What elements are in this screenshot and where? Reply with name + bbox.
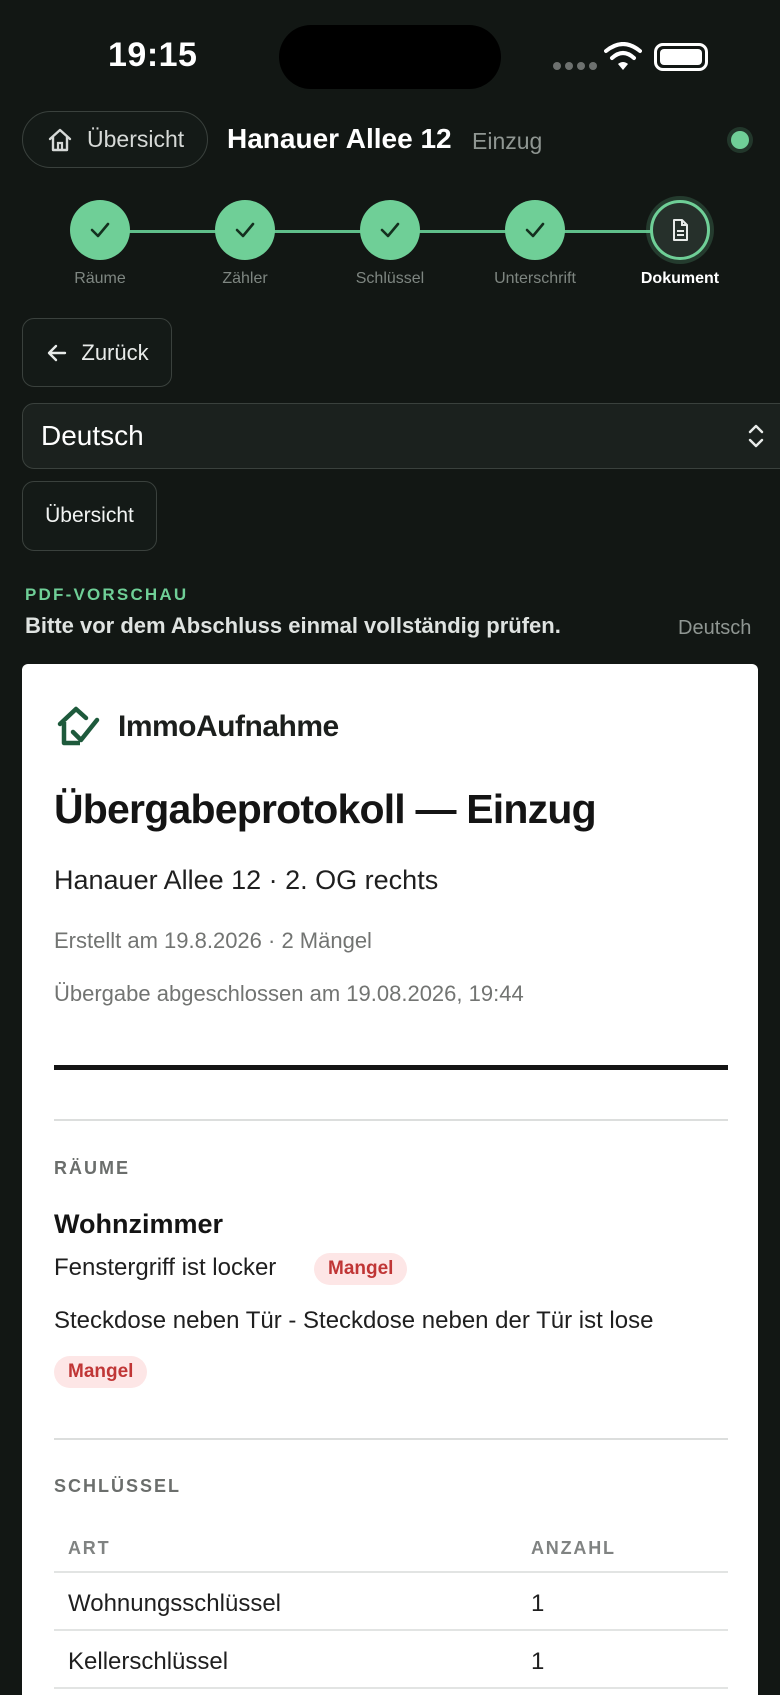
progress-stepper: Räume Zähler Schlüssel Unterschrift Doku… bbox=[0, 198, 780, 298]
back-button[interactable]: Zurück bbox=[22, 318, 172, 387]
keys-column-header: ANZAHL bbox=[531, 1538, 616, 1558]
checkmark-icon bbox=[90, 222, 110, 238]
step-label: Räume bbox=[74, 270, 126, 287]
home-icon bbox=[48, 128, 72, 151]
wifi-icon bbox=[604, 42, 642, 70]
chevron-up-down-icon[interactable] bbox=[745, 419, 767, 453]
document-address: Hanauer Allee 12 · 2. OG rechts bbox=[54, 865, 439, 895]
pdf-preview-hint: Bitte vor dem Abschluss einmal vollständ… bbox=[25, 613, 561, 638]
step-label: Schlüssel bbox=[355, 270, 425, 287]
table-cell: Wohnungsschlüssel bbox=[68, 1590, 282, 1617]
language-select[interactable]: Deutsch bbox=[22, 403, 780, 469]
overview-button[interactable]: Übersicht bbox=[22, 481, 157, 551]
table-divider bbox=[54, 1687, 728, 1689]
language-select-value: Deutsch bbox=[41, 420, 144, 451]
document-meta: Erstellt am 19.8.2026 · 2 Mängel bbox=[54, 928, 372, 953]
brand-name: ImmoAufnahme bbox=[118, 710, 339, 743]
overview-home-button[interactable]: Übersicht bbox=[22, 111, 208, 168]
overview-button-label: Übersicht bbox=[45, 504, 134, 527]
cellular-signal-icon bbox=[553, 62, 597, 70]
step-unterschrift[interactable]: Unterschrift bbox=[465, 200, 605, 288]
section-divider bbox=[54, 1438, 728, 1440]
step-schluessel[interactable]: Schlüssel bbox=[320, 200, 460, 288]
status-bar: 19:15 bbox=[0, 0, 780, 100]
pdf-document-preview[interactable]: ImmoAufnahme Übergabeprotokoll — Einzug … bbox=[22, 664, 758, 1695]
step-dokument[interactable]: Dokument bbox=[610, 200, 750, 288]
title-divider bbox=[54, 1065, 728, 1070]
defect-badge: Mangel bbox=[314, 1253, 408, 1285]
section-divider bbox=[54, 1119, 728, 1121]
document-title: Übergabeprotokoll — Einzug bbox=[54, 786, 597, 832]
back-button-label: Zurück bbox=[81, 339, 149, 365]
table-cell: 1 bbox=[531, 1648, 545, 1675]
sync-status-indicator bbox=[731, 131, 749, 149]
home-button-label: Übersicht bbox=[87, 126, 185, 152]
table-divider bbox=[54, 1571, 728, 1573]
step-zaehler[interactable]: Zähler bbox=[175, 200, 315, 288]
handover-mode: Einzug bbox=[472, 128, 543, 154]
room-item-text: Steckdose neben Tür - Steckdose neben de… bbox=[54, 1307, 654, 1334]
step-label: Dokument bbox=[640, 270, 720, 287]
keys-column-header: ART bbox=[68, 1538, 111, 1558]
room-item-text: Fenstergriff ist locker bbox=[54, 1254, 277, 1281]
checkmark-icon bbox=[235, 222, 255, 238]
status-time: 19:15 bbox=[108, 36, 198, 74]
property-title: Hanauer Allee 12 bbox=[227, 123, 452, 154]
step-label: Unterschrift bbox=[494, 270, 576, 287]
room-title: Wohnzimmer bbox=[54, 1209, 224, 1239]
table-cell: Kellerschlüssel bbox=[68, 1648, 229, 1675]
keys-heading: SCHLÜSSEL bbox=[54, 1476, 182, 1496]
table-cell: 1 bbox=[531, 1590, 545, 1617]
document-completed-note: Übergabe abgeschlossen am 19.08.2026, 19… bbox=[54, 981, 524, 1006]
document-icon bbox=[673, 219, 688, 241]
arrow-left-icon bbox=[48, 344, 67, 361]
pdf-preview-language: Deutsch bbox=[678, 617, 752, 639]
checkmark-icon bbox=[525, 222, 545, 238]
checkmark-icon bbox=[380, 222, 400, 238]
dynamic-island bbox=[279, 25, 501, 89]
step-label: Zähler bbox=[222, 270, 268, 287]
step-raeume[interactable]: Räume bbox=[30, 200, 170, 288]
rooms-heading: RÄUME bbox=[54, 1158, 130, 1178]
battery-icon bbox=[654, 43, 708, 71]
defect-badge: Mangel bbox=[54, 1356, 148, 1388]
table-divider bbox=[54, 1629, 728, 1631]
pdf-preview-kicker: PDF-VORSCHAU bbox=[25, 585, 189, 604]
brand-logo-icon bbox=[57, 706, 100, 746]
